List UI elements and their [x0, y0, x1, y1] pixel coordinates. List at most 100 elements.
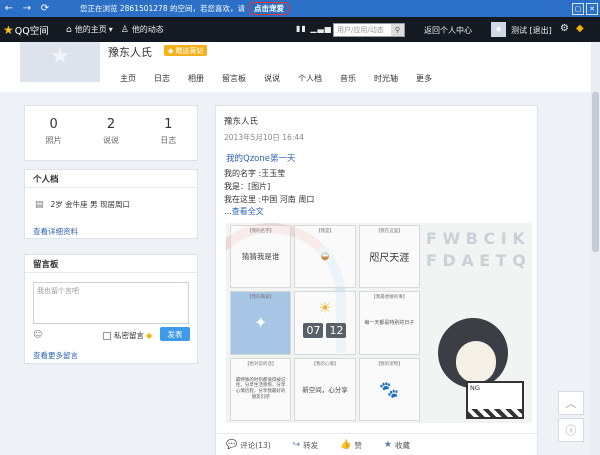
nav-my-home-label: 他的主页 [74, 25, 107, 34]
post-image[interactable]: 【我的名字】 猜猜我是谁 【我是】 ◒ 【我在这里】 咫尺天涯 【我的最爱】 ✦… [226, 223, 532, 423]
profile-card: 个人档 ▤ 2岁 金牛座 男 现居周口 查看详细资料 [24, 169, 198, 239]
search-icon[interactable]: ⚲ [391, 24, 404, 36]
favorite-button[interactable]: ★ 收藏 [384, 440, 410, 451]
grid-cell: 【我最想做的事】 每一天都是特别的日子 [358, 291, 420, 355]
space-avatar[interactable]: ★ [20, 42, 100, 82]
cell-text: 最特殊的时刻都值得被记住，分享生活感悟，分享心情历程，分享我最好的朋友们吧 [235, 377, 286, 401]
post-line: 我是：[图片] [224, 182, 271, 191]
post-author[interactable]: 豫东人氏 [224, 115, 258, 127]
grid-cell: 【我的最爱】 ✦ [230, 291, 292, 355]
private-label: 私密留言 [114, 331, 144, 340]
feedback-button[interactable]: ⓘ [558, 418, 584, 442]
gift-vip-button[interactable]: ◆ 赠送黄钻 [164, 45, 208, 56]
date-day: 12 [326, 323, 347, 339]
stat-label: 日志 [160, 136, 177, 145]
tab-music[interactable]: 音乐 [340, 73, 356, 84]
date-month: 07 [303, 323, 324, 339]
message-input[interactable]: 我也留个言吧 [33, 282, 189, 324]
gift-vip-label: 赠送黄钻 [175, 46, 204, 55]
tab-album[interactable]: 相册 [188, 73, 204, 84]
info-icon: ⓘ [565, 424, 577, 437]
window-buttons: ▢ ✕ [570, 0, 598, 17]
comment-icon: 💬 [226, 440, 238, 450]
refresh-icon[interactable]: ⟳ [36, 0, 54, 17]
tab-blog[interactable]: 日志 [154, 73, 170, 84]
forward-icon[interactable]: → [18, 0, 36, 17]
private-checkbox[interactable] [103, 331, 111, 340]
cell-tag: 【我的最爱】 [247, 295, 275, 301]
clapper-text: NG [470, 384, 480, 392]
post-title[interactable]: 我的Qzone第一天 [226, 152, 295, 164]
clapperboard: NG [466, 381, 524, 419]
grid-cell: 【我的宠物】 🐾 [358, 357, 420, 421]
profile-info: ▤ 2岁 金牛座 男 现居周口 [25, 188, 197, 210]
star-icon: ★ [50, 44, 70, 69]
comment-button[interactable]: 💬 评论(13) [226, 440, 271, 451]
send-button[interactable]: 发表 [160, 327, 190, 341]
grid-cell: 【我的心情】 新空间，心分享 [294, 357, 356, 421]
avatar[interactable]: ★ [491, 22, 506, 37]
tab-shuoshuo[interactable]: 说说 [264, 73, 280, 84]
grid-cell: ☀ 07 12 [294, 291, 356, 355]
cell-tag: 【我的心情】 [311, 361, 339, 367]
pet-icon: 🐾 [379, 379, 400, 399]
logo-text: QQ空间 [14, 25, 49, 37]
vip-diamond-icon[interactable]: ◆ [576, 23, 584, 34]
sun-icon: ☀ [318, 299, 332, 318]
browser-bar: ← → ⟳ 您正在浏览 2861501278 的空间，若您喜欢，请 点击宠爱 ▢ … [0, 0, 600, 17]
space-name[interactable]: 豫东人氏 [108, 44, 152, 60]
cell-tag: 【想对说的话】 [244, 361, 277, 367]
like-button[interactable]: 👍 赞 [340, 440, 362, 451]
user-menu[interactable]: 测试 [退出] [511, 25, 552, 36]
scrollbar-thumb[interactable] [592, 92, 599, 252]
id-card-icon: ▤ [35, 199, 44, 210]
tab-message-board[interactable]: 留言板 [222, 73, 246, 84]
logout-link[interactable]: [退出] [530, 26, 552, 35]
post-line: 我在这里 :中国 河南 周口 [224, 195, 315, 204]
stat-photos[interactable]: 0 照片 [25, 106, 82, 160]
emoji-icon[interactable]: ☺ [33, 330, 42, 340]
date-display: 07 12 [303, 323, 347, 339]
grid-cell: 【我是】 ◒ [294, 225, 356, 289]
back-to-top-button[interactable]: ︿ [558, 391, 584, 415]
visit-notice: 您正在浏览 2861501278 的空间，若您喜欢，请 点击宠爱 [80, 2, 290, 15]
maximize-icon[interactable]: ▢ [572, 2, 584, 15]
nav-my-home[interactable]: ⌂ 他的主页 ▾ [66, 24, 113, 35]
star-icon: ★ [3, 22, 14, 37]
page-scrollbar[interactable] [591, 42, 600, 455]
settings-icon[interactable]: ⚙ [560, 23, 569, 34]
cell-text: 猜猜我是谁 [241, 252, 280, 262]
nav-my-feeds[interactable]: ♙ 他的动态 [121, 24, 164, 35]
profile-more-link[interactable]: 查看详细资料 [33, 226, 78, 237]
tab-profile[interactable]: 个人档 [298, 73, 322, 84]
cell-text: 每一天都是特别的日子 [364, 319, 415, 326]
stat-shuoshuo[interactable]: 2 说说 [82, 106, 139, 160]
favorite-link[interactable]: 点击宠爱 [248, 2, 290, 15]
clapper-stripes [468, 409, 522, 417]
stat-label: 说说 [102, 136, 119, 145]
back-icon[interactable]: ← [0, 0, 18, 17]
stat-number: 2 [106, 117, 116, 132]
tab-timeline[interactable]: 时光轴 [374, 73, 398, 84]
share-label: 转发 [303, 440, 319, 450]
tab-home[interactable]: 主页 [120, 73, 136, 84]
profile-info-text: 2岁 金牛座 男 现居周口 [50, 200, 130, 209]
search-input[interactable]: 用户/应用/动态 ⚲ [333, 23, 405, 37]
chevron-up-icon: ︿ [565, 397, 577, 410]
share-button[interactable]: ↪ 转发 [293, 440, 319, 451]
board-more-link[interactable]: 查看更多留言 [33, 350, 78, 361]
post-line: 我的名字 :王玉莹 [224, 169, 286, 178]
read-more-link[interactable]: 查看全文 [232, 207, 264, 216]
music-bars-icon[interactable]: ▮▮ ▁▃▅ [296, 24, 332, 33]
private-message-toggle[interactable]: 私密留言 ◆ [103, 330, 152, 341]
favorite-icon: ★ [383, 440, 392, 450]
stat-blogs[interactable]: 1 日志 [140, 106, 197, 160]
qzone-logo[interactable]: ★ QQ空间 [0, 23, 58, 37]
back-home-link[interactable]: 返回个人中心 [424, 25, 472, 36]
close-icon[interactable]: ✕ [586, 2, 598, 15]
tab-more[interactable]: 更多 [416, 73, 432, 84]
cell-tag: 【我在这里】 [375, 229, 403, 234]
image-grid: 【我的名字】 猜猜我是谁 【我是】 ◒ 【我在这里】 咫尺天涯 【我的最爱】 ✦… [230, 225, 420, 421]
grid-cell: 【我在这里】 咫尺天涯 [358, 225, 420, 289]
qzone-top-nav: ★ QQ空间 ⌂ 他的主页 ▾ ♙ 他的动态 ▮▮ ▁▃▅ 用户/应用/动态 ⚲… [0, 17, 600, 42]
